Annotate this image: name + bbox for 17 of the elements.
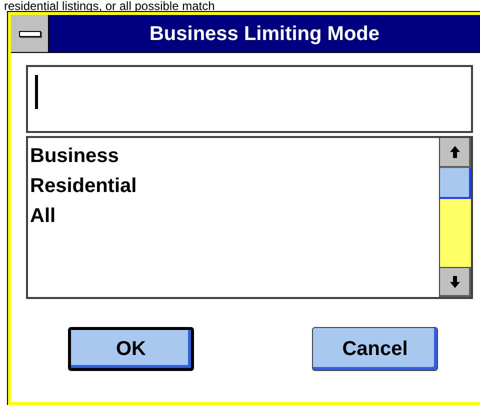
list-item[interactable]: All [30,201,439,231]
down-arrow-icon [450,276,460,288]
scroll-down-button[interactable] [440,267,471,297]
ok-button[interactable]: OK [68,327,194,371]
scrollbar[interactable] [439,138,471,297]
window-title: Business Limiting Mode [149,22,380,46]
scroll-thumb[interactable] [440,168,471,199]
minus-icon [18,30,40,36]
cancel-button[interactable]: Cancel [312,327,438,371]
text-cursor [35,75,38,109]
scroll-up-button[interactable] [440,138,471,168]
system-menu-button[interactable] [11,15,49,52]
list-item[interactable]: Residential [30,171,439,201]
list-item[interactable]: Business [30,141,439,171]
background-text: residential listings, or all possible match [3,0,216,12]
up-arrow-icon [450,146,460,158]
input-field[interactable] [26,65,473,133]
